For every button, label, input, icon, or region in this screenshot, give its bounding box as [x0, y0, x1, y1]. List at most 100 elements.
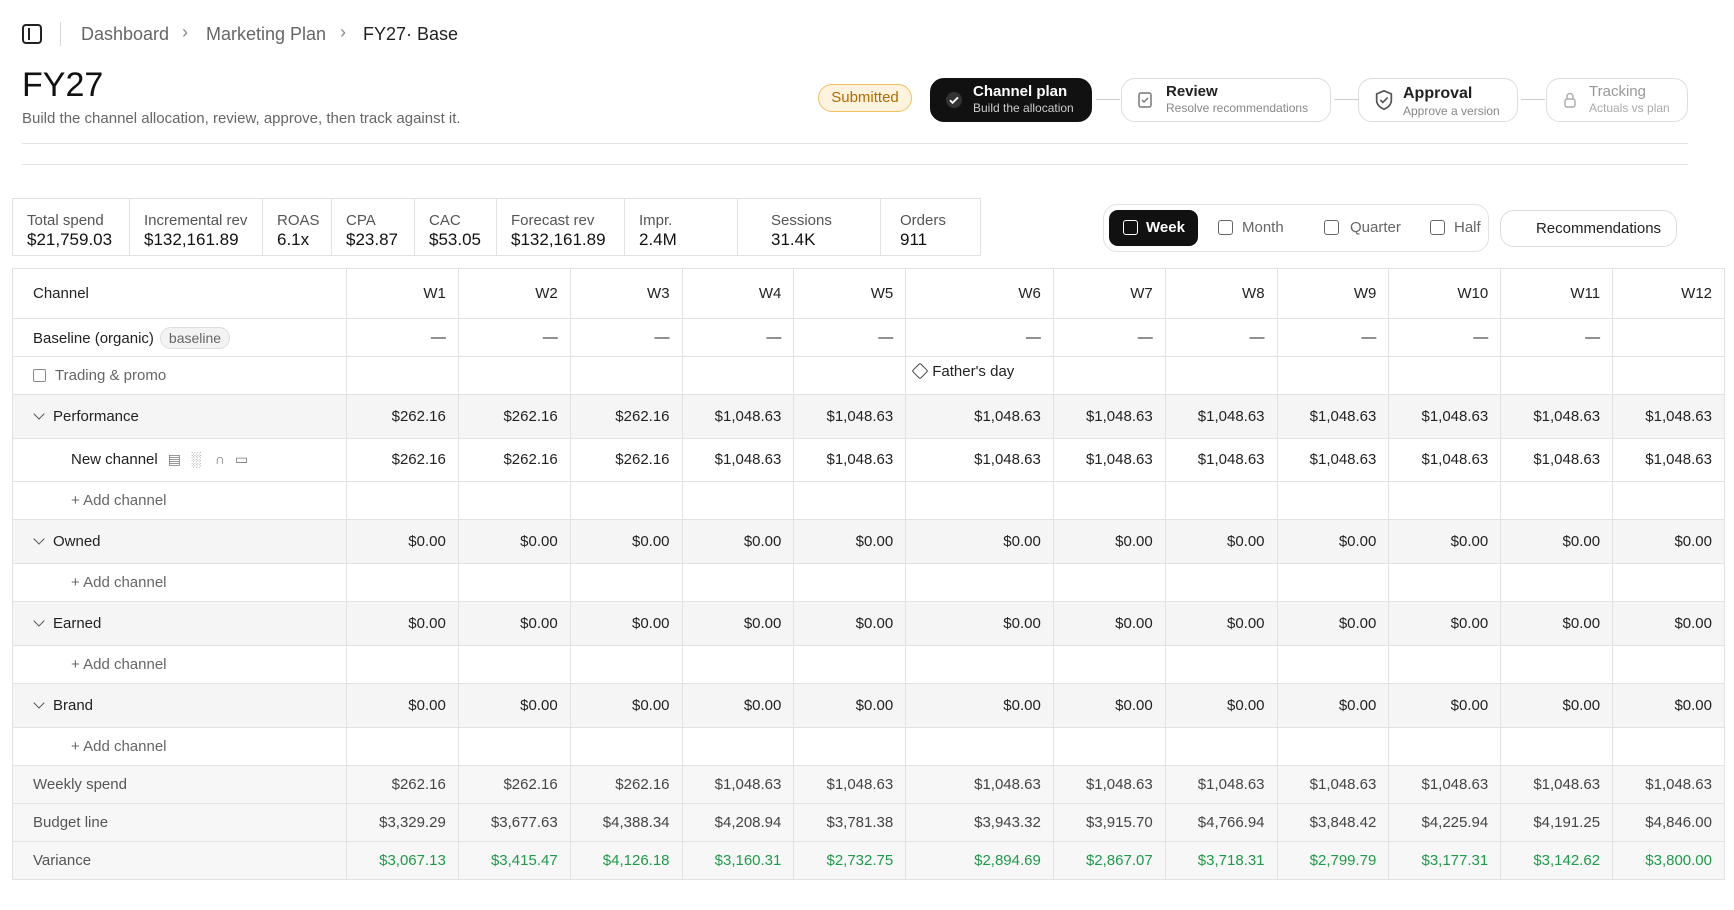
group-row: Performance $262.16 $262.16 $262.16 $1,048.6… [12, 394, 1725, 440]
column-header-week: W7 [1052, 267, 1166, 320]
group-value-cell: $0.00 [1500, 600, 1614, 646]
channel-value-cell[interactable]: $1,048.63 [1500, 438, 1614, 482]
add-channel-button[interactable]: + Add channel [33, 574, 167, 591]
channel-value-cell[interactable]: $262.16 [457, 438, 571, 482]
empty-cell [1500, 644, 1614, 684]
step-review[interactable]: Review Resolve recommendations [1121, 78, 1331, 122]
breadcrumb-marketing-plan[interactable]: Marketing Plan [206, 24, 326, 45]
kpi-label: Incremental rev [144, 212, 248, 229]
trading-cell[interactable] [1612, 356, 1725, 396]
step-tracking[interactable]: Tracking Actuals vs plan [1546, 78, 1688, 122]
chart-icon[interactable]: ░ [191, 451, 201, 467]
chevron-down-icon[interactable] [33, 615, 45, 627]
trading-cell[interactable] [457, 356, 571, 396]
chevron-down-icon[interactable] [33, 532, 45, 545]
add-channel-button[interactable]: + Add channel [33, 656, 167, 673]
lock-curve-icon[interactable]: ∩ [215, 451, 225, 467]
group-value-cell: $0.00 [793, 682, 907, 728]
channel-value-cell[interactable]: $1,048.63 [905, 438, 1054, 482]
add-channel-button[interactable]: + Add channel [33, 738, 167, 755]
view-week-button[interactable]: Week [1109, 210, 1198, 246]
empty-cell [793, 726, 907, 766]
view-half-button[interactable]: Half [1416, 210, 1486, 246]
breadcrumb-dashboard[interactable]: Dashboard [81, 24, 169, 45]
baseline-pill: baseline [159, 326, 231, 349]
group-name: Performance [53, 408, 139, 426]
channel-value-cell[interactable]: $1,048.63 [1164, 438, 1278, 482]
step-channel-plan[interactable]: Channel plan Build the allocation [930, 78, 1092, 122]
empty-cell [1612, 480, 1725, 520]
baseline-cell: — [346, 318, 459, 358]
empty-cell [346, 562, 459, 602]
chevron-down-icon[interactable] [33, 697, 45, 709]
trading-cell[interactable] [346, 356, 459, 396]
trash-icon[interactable]: ▭ [235, 451, 248, 468]
step-title: Approval [1403, 85, 1473, 102]
channel-row: New channel ▤ ░ ∩ ▭ $262.16 $262.16 $262.16 $1,0… [12, 438, 1725, 482]
baseline-cell: — [1388, 318, 1502, 358]
channel-value-cell[interactable]: $1,048.63 [681, 438, 795, 482]
view-month-button[interactable]: Month [1204, 210, 1301, 246]
total-value-cell: $262.16 [569, 764, 683, 804]
channel-value-cell[interactable]: $1,048.63 [793, 438, 907, 482]
trading-event-cell[interactable]: Father's day [905, 356, 1054, 396]
empty-cell [1276, 726, 1390, 766]
group-value-cell: $0.00 [681, 600, 795, 646]
breadcrumb-separator-icon: › [340, 22, 346, 42]
group-value-cell: $1,048.63 [1388, 394, 1502, 440]
channel-value-cell[interactable]: $262.16 [569, 438, 683, 482]
step-subtitle: Approve a version [1403, 104, 1500, 118]
empty-cell [1276, 480, 1390, 520]
channel-value-cell[interactable]: $1,048.63 [1052, 438, 1166, 482]
recommendations-button[interactable]: Recommendations [1500, 210, 1677, 247]
group-value-cell: $0.00 [1164, 518, 1278, 564]
group-value-cell: $0.00 [905, 682, 1054, 728]
trading-cell[interactable] [1388, 356, 1502, 396]
column-header-channel: Channel [12, 267, 347, 320]
view-label: Week [1146, 219, 1185, 236]
view-label: Month [1242, 219, 1284, 236]
baseline-cell: — [1052, 318, 1166, 358]
total-value-cell: $2,799.79 [1276, 840, 1390, 881]
channel-value-cell[interactable]: $1,048.63 [1276, 438, 1390, 482]
view-quarter-button[interactable]: Quarter [1310, 210, 1420, 246]
group-label-cell[interactable]: Performance [12, 394, 347, 440]
group-label-cell[interactable]: Owned [12, 518, 347, 564]
kpi-value: $53.05 [429, 230, 481, 249]
total-label: Budget line [12, 802, 347, 842]
trading-cell[interactable] [569, 356, 683, 396]
group-row: Brand $0.00 $0.00 $0.00 $0.00 $0.00 $0.00 $0.00… [12, 682, 1725, 728]
baseline-cell: — [569, 318, 683, 358]
trading-cell[interactable] [1052, 356, 1166, 396]
empty-cell [457, 644, 571, 684]
kpi-value: $23.87 [346, 230, 398, 249]
step-approval[interactable]: Approval Approve a version [1358, 78, 1518, 122]
group-label-cell[interactable]: Earned [12, 600, 347, 646]
column-header-week: W11 [1500, 267, 1614, 320]
empty-cell [1388, 726, 1502, 766]
notes-icon[interactable]: ▤ [168, 451, 181, 468]
channel-value-cell[interactable]: $1,048.63 [1388, 438, 1502, 482]
step-title: Tracking [1589, 83, 1646, 100]
kpi-sessions: Sessions 31.4K [738, 199, 881, 255]
add-channel-button[interactable]: + Add channel [33, 492, 167, 509]
channel-value-cell[interactable]: $262.16 [346, 438, 459, 482]
empty-cell [569, 644, 683, 684]
chevron-down-icon[interactable] [33, 408, 45, 421]
channel-name[interactable]: New channel [33, 451, 158, 468]
channel-value-cell[interactable]: $1,048.63 [1612, 438, 1725, 482]
group-value-cell: $0.00 [1388, 518, 1502, 564]
trading-cell[interactable] [793, 356, 907, 396]
baseline-cell: — [681, 318, 795, 358]
trading-cell[interactable] [1276, 356, 1390, 396]
trading-cell[interactable] [1500, 356, 1614, 396]
group-label-cell[interactable]: Brand [12, 682, 347, 728]
column-header-week: W4 [681, 267, 795, 320]
total-value-cell: $4,846.00 [1612, 802, 1725, 842]
sidebar-toggle-icon[interactable] [22, 24, 42, 44]
column-header-week: W12 [1612, 267, 1725, 320]
empty-cell [346, 480, 459, 520]
trading-cell[interactable] [1164, 356, 1278, 396]
trading-cell[interactable] [681, 356, 795, 396]
empty-cell [681, 726, 795, 766]
